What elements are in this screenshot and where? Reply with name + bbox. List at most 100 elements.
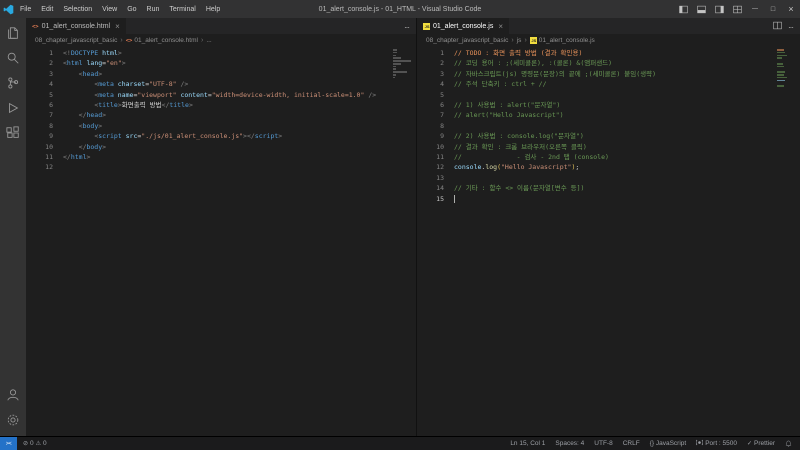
breadcrumb-file[interactable]: 01_alert_console.js xyxy=(530,37,595,44)
line-number: 2 xyxy=(26,58,54,68)
code-line[interactable]: <body> xyxy=(63,121,416,131)
editor-group-js: 01_alert_console.js 08_chapter_javascrip… xyxy=(417,18,800,436)
code-line[interactable] xyxy=(63,162,416,172)
tab-label: 01_alert_console.html xyxy=(42,23,111,30)
more-actions-icon[interactable] xyxy=(404,17,409,35)
code-line[interactable]: <title>화면출력 방법</title> xyxy=(63,100,416,110)
code-line[interactable]: </body> xyxy=(63,142,416,152)
code-content[interactable]: <!DOCTYPE html><html lang="en"> <head> <… xyxy=(54,48,416,436)
code-line[interactable] xyxy=(454,121,800,131)
code-line[interactable]: </html> xyxy=(63,152,416,162)
code-line[interactable] xyxy=(454,90,800,100)
line-number: 15 xyxy=(417,194,445,204)
menu-go[interactable]: Go xyxy=(123,6,140,13)
right-tab-actions xyxy=(766,18,800,34)
html-file-icon xyxy=(126,37,133,44)
code-content[interactable]: // TODO : 화면 출력 방법 (결과 확인용)// 코딩 용어 : ;(… xyxy=(445,48,800,436)
run-debug-icon[interactable] xyxy=(5,100,21,116)
code-line[interactable]: // 자바스크립트(js) 명령문(문장)의 끝에 ;(세미콜론) 붙임(생략) xyxy=(454,69,800,79)
code-line[interactable]: // TODO : 화면 출력 방법 (결과 확인용) xyxy=(454,48,800,58)
breadcrumb-folder[interactable]: 08_chapter_javascript_basic xyxy=(426,37,508,44)
code-line[interactable]: // 주석 단축키 : ctrl + // xyxy=(454,79,800,89)
code-line[interactable]: // - 검사 - 2nd 탭 (console) xyxy=(454,152,800,162)
extensions-icon[interactable] xyxy=(5,125,21,141)
code-line[interactable]: <!DOCTYPE html> xyxy=(63,48,416,58)
code-line[interactable]: <script src="./js/01_alert_console.js"><… xyxy=(63,131,416,141)
language-mode[interactable]: {} JavaScript xyxy=(647,440,690,447)
encoding-setting[interactable]: UTF-8 xyxy=(591,440,615,447)
menu-file[interactable]: File xyxy=(16,6,35,13)
chevron-right-icon xyxy=(120,37,122,44)
code-line[interactable]: // alert("Hello Javascript") xyxy=(454,110,800,120)
breadcrumb-folder[interactable]: 08_chapter_javascript_basic xyxy=(35,37,117,44)
title-bar: File Edit Selection View Go Run Terminal… xyxy=(0,0,800,18)
tab-01-alert-console-js[interactable]: 01_alert_console.js xyxy=(417,18,510,34)
menu-help[interactable]: Help xyxy=(202,6,224,13)
tab-close-icon[interactable] xyxy=(498,22,503,31)
code-line[interactable]: // 결과 확인 : 크롬 브라우저(오른쪽 클릭) xyxy=(454,142,800,152)
cursor-position[interactable]: Ln 15, Col 1 xyxy=(507,440,548,447)
code-line[interactable]: // 1) 사용법 : alert("문자열") xyxy=(454,100,800,110)
chevron-right-icon xyxy=(511,37,513,44)
maximize-button[interactable] xyxy=(764,0,782,18)
code-line[interactable]: // 기타 : 함수 <> 이름(문자열[변수 등]) xyxy=(454,183,800,193)
settings-gear-icon[interactable] xyxy=(5,412,21,428)
warning-count: 0 xyxy=(43,440,47,447)
breadcrumb-file[interactable]: 01_alert_console.html xyxy=(126,37,198,44)
code-line[interactable]: <head> xyxy=(63,69,416,79)
code-line[interactable] xyxy=(454,173,800,183)
formatter-indicator[interactable]: Prettier xyxy=(744,440,778,447)
code-line[interactable]: <meta charset="UTF-8" /> xyxy=(63,79,416,89)
toggle-secondary-sidebar-icon[interactable] xyxy=(710,0,728,18)
toggle-panel-icon[interactable] xyxy=(692,0,710,18)
more-actions-icon[interactable] xyxy=(788,17,793,35)
html-code-editor[interactable]: 123456789101112 <!DOCTYPE html><html lan… xyxy=(26,46,416,436)
eol-setting[interactable]: CRLF xyxy=(620,440,643,447)
left-breadcrumb: 08_chapter_javascript_basic 01_alert_con… xyxy=(26,34,416,46)
minimize-button[interactable] xyxy=(746,0,764,18)
menu-edit[interactable]: Edit xyxy=(37,6,57,13)
split-editor-icon[interactable] xyxy=(773,17,782,35)
toggle-sidebar-icon[interactable] xyxy=(674,0,692,18)
source-control-icon[interactable] xyxy=(5,75,21,91)
activity-bar xyxy=(0,18,26,436)
customize-layout-icon[interactable] xyxy=(728,0,746,18)
code-line[interactable] xyxy=(454,194,800,204)
notifications-bell-icon[interactable] xyxy=(782,440,795,447)
menu-terminal[interactable]: Terminal xyxy=(165,6,199,13)
remote-indicator[interactable] xyxy=(0,437,17,450)
breadcrumb-subfolder[interactable]: js xyxy=(517,37,522,44)
editor-groups: 01_alert_console.html 08_chapter_javascr… xyxy=(26,18,800,436)
tab-close-icon[interactable] xyxy=(115,22,120,31)
account-icon[interactable] xyxy=(5,387,21,403)
breadcrumb-symbol[interactable]: ... xyxy=(206,37,211,44)
indentation-setting[interactable]: Spaces: 4 xyxy=(552,440,587,447)
search-icon[interactable] xyxy=(5,50,21,66)
line-number: 2 xyxy=(417,58,445,68)
code-line[interactable]: // 코딩 용어 : ;(세미콜론), :(콜론) &(앰퍼샌드) xyxy=(454,58,800,68)
menu-view[interactable]: View xyxy=(98,6,121,13)
menu-selection[interactable]: Selection xyxy=(59,6,96,13)
chevron-right-icon xyxy=(524,37,526,44)
js-code-editor[interactable]: 123456789101112131415 // TODO : 화면 출력 방법… xyxy=(417,46,800,436)
warnings-icon xyxy=(36,440,41,447)
minimap[interactable] xyxy=(777,49,797,91)
problems-indicator[interactable]: 0 0 xyxy=(20,440,50,447)
code-line[interactable]: </head> xyxy=(63,110,416,120)
explorer-icon[interactable] xyxy=(5,25,21,41)
code-line[interactable]: <html lang="en"> xyxy=(63,58,416,68)
menu-run[interactable]: Run xyxy=(143,6,164,13)
errors-icon xyxy=(23,440,28,447)
minimap[interactable] xyxy=(393,49,413,82)
right-tab-bar: 01_alert_console.js xyxy=(417,18,800,34)
line-number: 13 xyxy=(417,173,445,183)
line-number: 5 xyxy=(417,90,445,100)
close-button[interactable] xyxy=(782,0,800,18)
line-number: 4 xyxy=(26,79,54,89)
code-line[interactable]: // 2) 사용법 : console.log("문자열") xyxy=(454,131,800,141)
live-server-port[interactable]: Port : 5500 xyxy=(693,439,740,448)
code-line[interactable]: <meta name="viewport" content="width=dev… xyxy=(63,90,416,100)
code-line[interactable]: console.log("Hello Javascript"); xyxy=(454,162,800,172)
line-number: 3 xyxy=(417,69,445,79)
tab-01-alert-console-html[interactable]: 01_alert_console.html xyxy=(26,18,127,34)
